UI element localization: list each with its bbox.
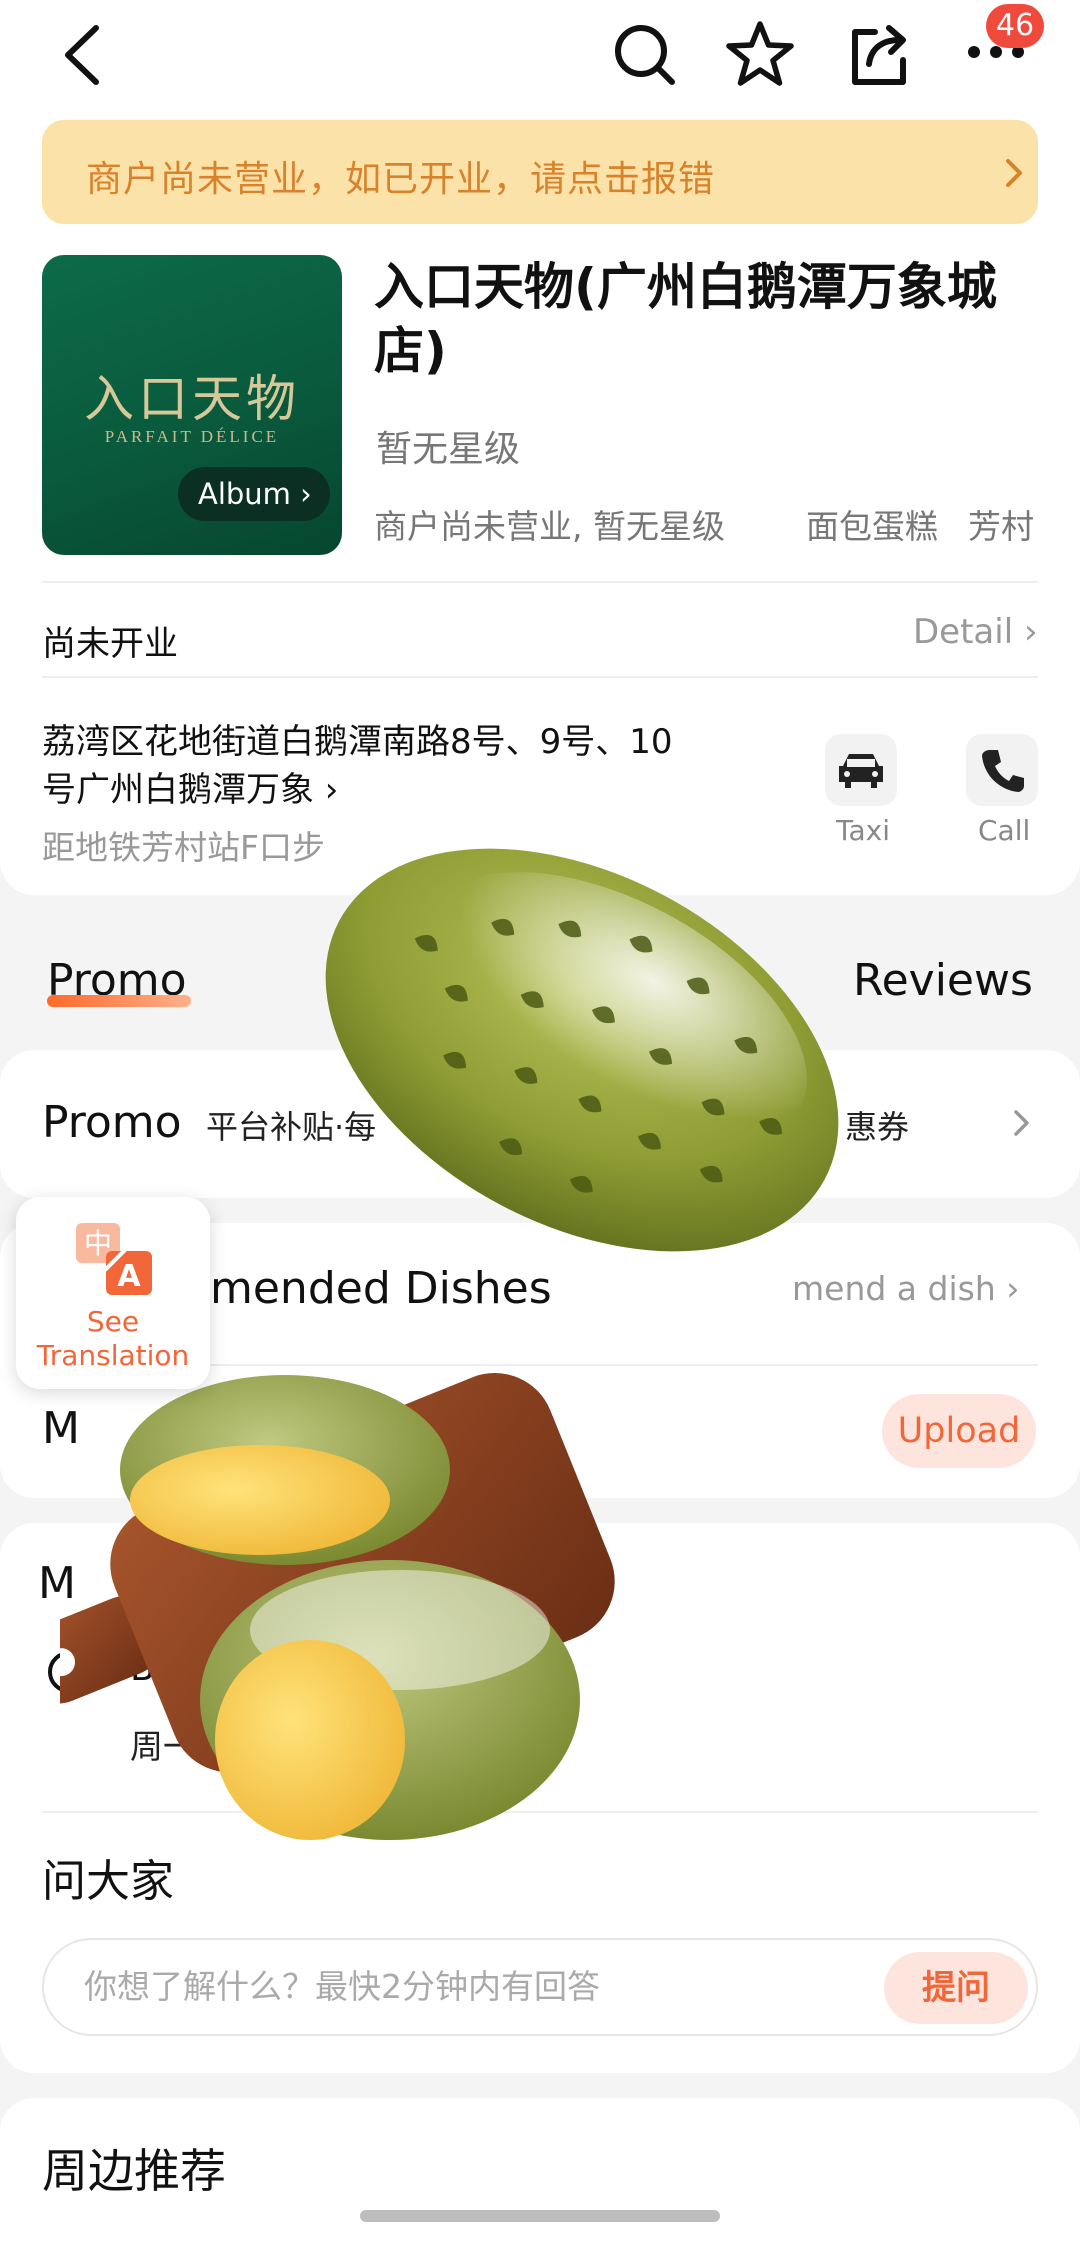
album-label: Album: [198, 477, 291, 511]
nearby-title: 周边推荐: [42, 2144, 226, 2198]
logo-cn-text: 入口天物: [84, 370, 300, 428]
clock-icon: [48, 1651, 90, 1693]
search-icon[interactable]: [610, 20, 680, 90]
store-name: 入口天物(广州白鹅潭万象城店): [374, 258, 997, 380]
area-tag[interactable]: 芳村: [968, 500, 1034, 548]
call-label: Call: [978, 814, 1031, 847]
detail-link[interactable]: Detail ›: [913, 612, 1038, 652]
notification-badge: 46: [986, 4, 1044, 48]
subway-distance: 距地铁芳村站F口步: [42, 828, 325, 867]
active-tab-indicator: [47, 995, 191, 1007]
home-indicator[interactable]: [360, 2210, 720, 2222]
svg-text:A: A: [117, 1259, 141, 1294]
banner-text: 商户尚未营业，如已开业，请点击报错: [86, 159, 716, 200]
star-icon[interactable]: [724, 18, 796, 90]
address-value: 荔湾区花地街道白鹅潭南路8号、9号、10号广州白鹅潭万象: [42, 722, 673, 810]
address-text[interactable]: 荔湾区花地街道白鹅潭南路8号、9号、10号广州白鹅潭万象 ›: [42, 718, 682, 814]
rating-text: 暂无星级: [376, 429, 521, 470]
album-button[interactable]: Album ›: [178, 467, 330, 521]
see-translation-button[interactable]: 中 A See Translation: [16, 1197, 210, 1389]
translation-line2: Translation: [36, 1339, 190, 1372]
recommend-dish-label: mend a dish: [792, 1269, 996, 1308]
promo-title: Promo: [42, 1097, 182, 1148]
chevron-right-icon: [1014, 1110, 1029, 1136]
not-open-report-banner[interactable]: 商户尚未营业，如已开业，请点击报错: [42, 120, 1038, 224]
logo-en-text: PARFAIT DÉLICE: [104, 427, 280, 446]
store-logo[interactable]: 入口天物 PARFAIT DÉLICE Album ›: [42, 255, 342, 555]
more-info-title: M: [38, 1558, 76, 1609]
share-icon[interactable]: [845, 18, 915, 90]
menu-title: M: [42, 1403, 80, 1454]
car-icon: [839, 754, 883, 788]
recommended-dishes-title: mended Dishes: [210, 1263, 552, 1314]
detail-label: Detail: [913, 612, 1014, 652]
tab-reviews[interactable]: Reviews: [853, 955, 1033, 1006]
qa-title: 问大家: [42, 1856, 174, 1907]
translation-text: See Translation: [16, 1305, 210, 1373]
upload-button[interactable]: Upload: [882, 1394, 1036, 1468]
promo-card[interactable]: Promo 平台补贴·每 惠券: [0, 1050, 1080, 1198]
promo-tail: 惠券: [845, 1108, 910, 1146]
ask-button[interactable]: 提问: [884, 1952, 1028, 2024]
promo-subtitle: 平台补贴·每: [206, 1108, 377, 1146]
category-tag[interactable]: 面包蛋糕: [806, 500, 938, 548]
call-button[interactable]: [966, 734, 1038, 806]
divider: [42, 1811, 1038, 1813]
phone-icon: [982, 750, 1024, 792]
chevron-right-icon: [1006, 159, 1022, 187]
divider: [42, 676, 1038, 678]
translate-icon: 中 A: [76, 1223, 152, 1295]
top-nav-bar: 46: [0, 0, 1080, 115]
taxi-button[interactable]: [825, 734, 897, 806]
status-line: 商户尚未营业, 暂无星级: [374, 507, 725, 546]
business-hours-label: Busi: [130, 1648, 207, 1689]
divider: [42, 581, 1038, 583]
page: { "nav": { "back_icon": "chevron-left-ic…: [0, 0, 1080, 2243]
recommend-dish-link[interactable]: mend a dish ›: [792, 1269, 1019, 1308]
chevron-left-icon[interactable]: [58, 20, 108, 90]
business-status: 尚未开业: [42, 624, 178, 664]
translation-line1: See: [86, 1305, 140, 1338]
taxi-label: Taxi: [836, 814, 890, 847]
weekday-hours: 周一至: [130, 1727, 229, 1766]
